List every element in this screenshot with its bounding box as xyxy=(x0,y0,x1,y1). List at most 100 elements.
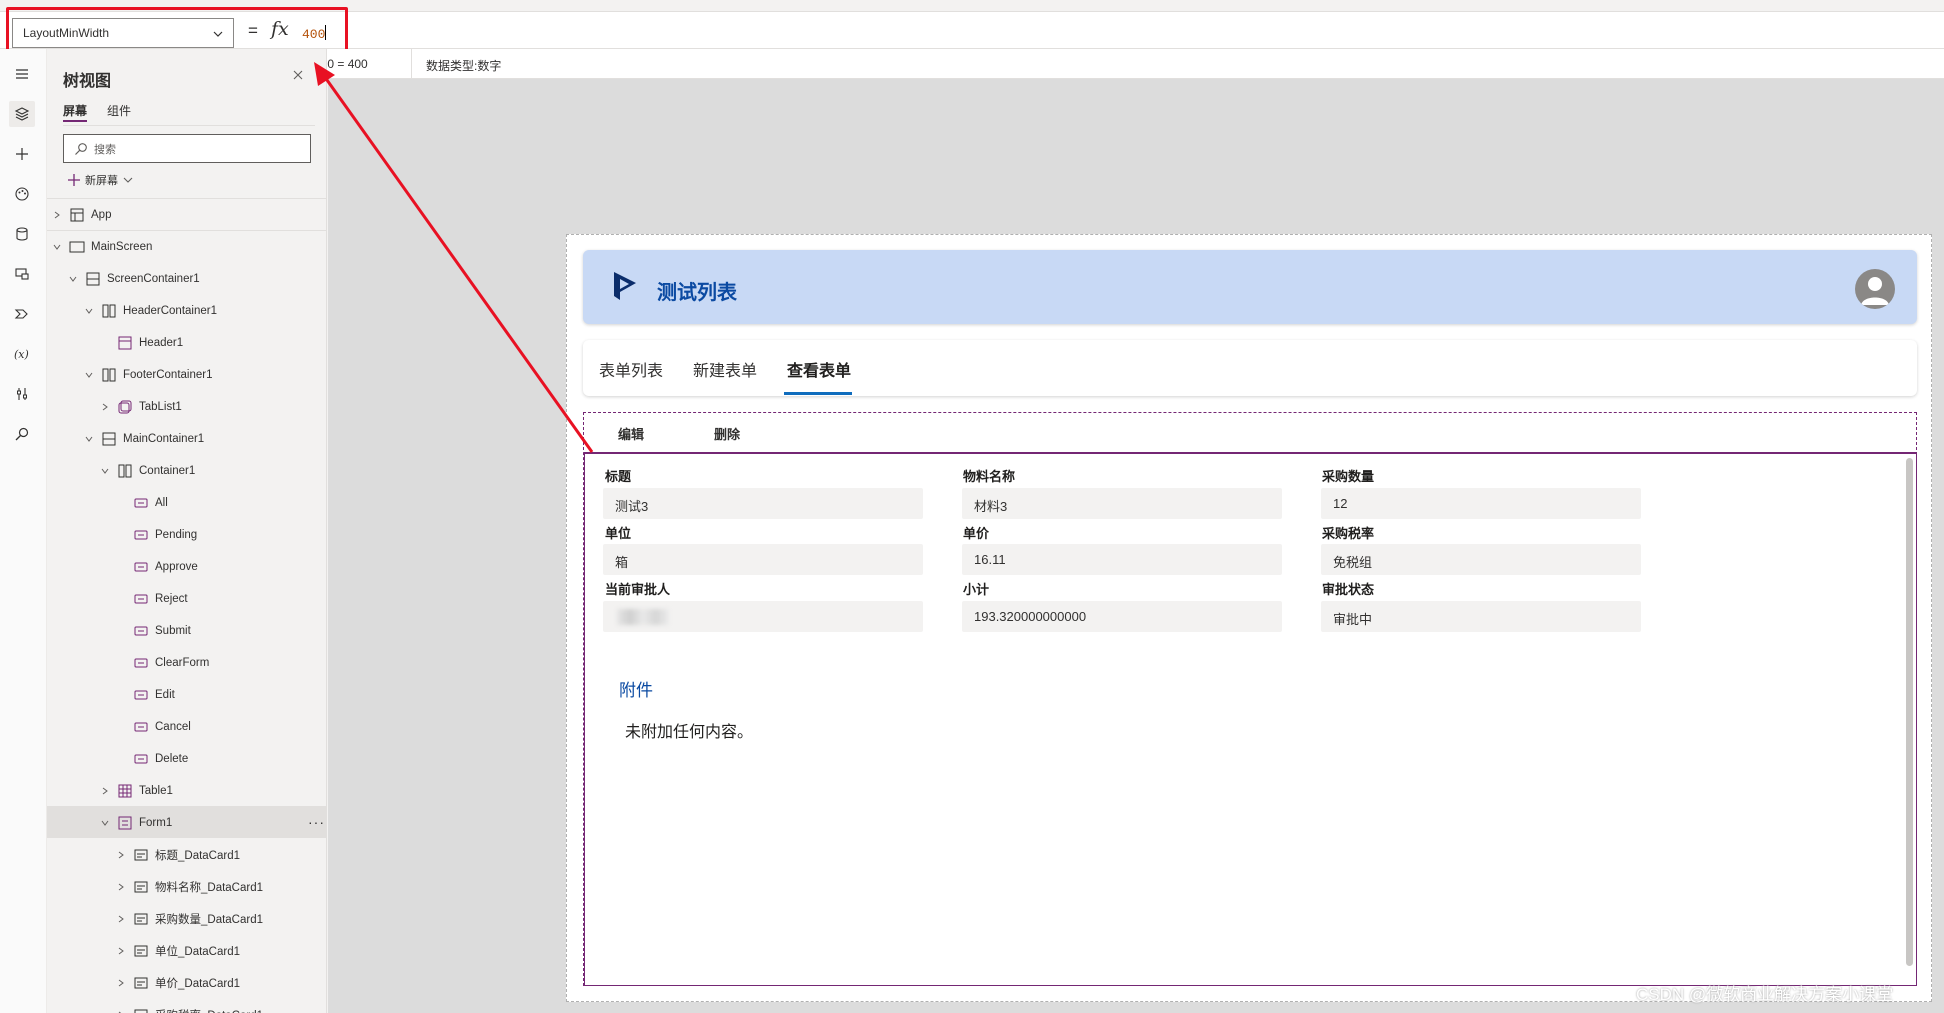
header-icon xyxy=(117,335,133,351)
tab-new-form[interactable]: 新建表单 xyxy=(693,357,757,381)
tree-item-datacard-unit-price[interactable]: 单价_DataCard1 xyxy=(47,966,326,998)
chevron-right-icon[interactable] xyxy=(117,947,129,955)
tab-components[interactable]: 组件 xyxy=(107,102,131,119)
field-label-material-name: 物料名称 xyxy=(963,469,1016,484)
tree-item-container1[interactable]: Container1 xyxy=(47,454,326,486)
field-value-material-name[interactable]: 材料3 xyxy=(962,488,1282,519)
tree-view-icon[interactable] xyxy=(9,101,35,127)
insert-plus-icon[interactable] xyxy=(9,141,35,167)
tree-item-main-screen[interactable]: MainScreen xyxy=(47,230,326,262)
tablist-icon xyxy=(117,399,133,415)
tree-item-table1[interactable]: Table1 xyxy=(47,774,326,806)
tree-item-all[interactable]: All xyxy=(47,486,326,518)
tree-item-datacard-material-name[interactable]: 物料名称_DataCard1 xyxy=(47,870,326,902)
more-options-icon[interactable]: ··· xyxy=(308,814,325,830)
field-value-subtotal[interactable]: 193.320000000000 xyxy=(962,601,1282,632)
chevron-right-icon[interactable] xyxy=(53,211,65,219)
field-value-unit-price[interactable]: 16.11 xyxy=(962,544,1282,575)
tree-item-cancel[interactable]: Cancel xyxy=(47,710,326,742)
chevron-right-icon[interactable] xyxy=(117,915,129,923)
variables-icon[interactable]: (x) xyxy=(9,341,35,367)
fx-icon[interactable]: fx xyxy=(271,18,289,40)
tree-item-main-container1[interactable]: MainContainer1 xyxy=(47,422,326,454)
hstack-icon xyxy=(101,367,117,383)
tree-item-screen-container1[interactable]: ScreenContainer1 xyxy=(47,262,326,294)
tree-item-header-container1[interactable]: HeaderContainer1 xyxy=(47,294,326,326)
formula-input[interactable]: 400 xyxy=(298,19,1928,47)
main-container: 编辑 删除 标题 测试3 物料名称 材料3 采购数量 12 单位 箱 单价 16… xyxy=(583,412,1917,986)
search-icon xyxy=(74,142,88,156)
tree-item-edit[interactable]: Edit xyxy=(47,678,326,710)
tree-item-clear-form[interactable]: ClearForm xyxy=(47,646,326,678)
tree-item-submit[interactable]: Submit xyxy=(47,614,326,646)
chevron-right-icon[interactable] xyxy=(117,883,129,891)
tree-item-label: ClearForm xyxy=(155,656,210,669)
tree-item-header1[interactable]: Header1 xyxy=(47,326,326,358)
chevron-right-icon[interactable] xyxy=(101,403,113,411)
search-icon[interactable] xyxy=(9,421,35,447)
tree-item-label: Form1 xyxy=(139,816,173,829)
media-icon[interactable] xyxy=(9,261,35,287)
app-header-title: 测试列表 xyxy=(657,282,737,304)
tree-view-title: 树视图 xyxy=(63,73,112,90)
user-avatar[interactable] xyxy=(1855,269,1895,309)
tree-item-datacard-tax-rate[interactable]: 采购税率_DataCard1 xyxy=(47,998,326,1013)
field-value-title[interactable]: 测试3 xyxy=(603,488,923,519)
property-dropdown[interactable]: LayoutMinWidth xyxy=(12,18,234,48)
tree-item-tab-list1[interactable]: TabList1 xyxy=(47,390,326,422)
new-screen-button[interactable]: 新屏幕 xyxy=(67,172,134,188)
tree-item-label: Submit xyxy=(155,624,191,637)
power-automate-icon[interactable] xyxy=(9,301,35,327)
tab-view-form[interactable]: 查看表单 xyxy=(787,357,851,381)
delete-button[interactable]: 删除 xyxy=(714,424,740,443)
chevron-down-icon[interactable] xyxy=(101,819,113,827)
form-scrollbar[interactable] xyxy=(1906,458,1913,966)
advanced-tools-icon[interactable] xyxy=(9,381,35,407)
field-value-purchase-qty[interactable]: 12 xyxy=(1321,488,1641,519)
field-value-approval-status[interactable]: 审批中 xyxy=(1321,601,1641,632)
field-value-current-approver[interactable] xyxy=(603,601,923,632)
data-cylinder-icon[interactable] xyxy=(9,221,35,247)
chevron-down-icon[interactable] xyxy=(85,435,97,443)
chevron-down-icon[interactable] xyxy=(85,371,97,379)
chevron-right-icon[interactable] xyxy=(117,979,129,987)
tree-item-label: 采购数量_DataCard1 xyxy=(155,913,264,926)
tree-item-label: MainContainer1 xyxy=(123,432,205,445)
chevron-down-icon[interactable] xyxy=(69,275,81,283)
field-label-unit: 单位 xyxy=(605,526,632,541)
new-screen-label: 新屏幕 xyxy=(85,175,118,187)
tree-item-datacard-title[interactable]: 标题_DataCard1 xyxy=(47,838,326,870)
hamburger-menu-icon[interactable] xyxy=(9,61,35,87)
field-value-unit[interactable]: 箱 xyxy=(603,544,923,575)
edit-button[interactable]: 编辑 xyxy=(618,424,644,443)
tree-item-datacard-unit[interactable]: 单位_DataCard1 xyxy=(47,934,326,966)
tree-search-input[interactable]: 搜索 xyxy=(63,134,311,163)
field-label-current-approver: 当前审批人 xyxy=(605,582,671,597)
chevron-right-icon[interactable] xyxy=(101,787,113,795)
chevron-right-icon[interactable] xyxy=(117,851,129,859)
chevron-down-icon[interactable] xyxy=(53,243,65,251)
field-value-tax-rate[interactable]: 免税组 xyxy=(1321,544,1641,575)
tree-item-app[interactable]: App xyxy=(47,198,326,230)
card-icon xyxy=(133,911,149,927)
field-label-title: 标题 xyxy=(605,469,632,484)
tab-screens[interactable]: 屏幕 xyxy=(63,102,87,119)
tree-item-delete[interactable]: Delete xyxy=(47,742,326,774)
theme-palette-icon[interactable] xyxy=(9,181,35,207)
chevron-down-icon[interactable] xyxy=(85,307,97,315)
formula-result-bar: 400 = 400 数据类型:数字 xyxy=(300,49,1944,79)
tab-form-list[interactable]: 表单列表 xyxy=(599,357,663,381)
tree-item-form1[interactable]: Form1 ··· xyxy=(47,806,326,838)
tree-item-label: FooterContainer1 xyxy=(123,368,213,381)
card-icon xyxy=(133,943,149,959)
vstack-icon xyxy=(101,431,117,447)
tree-item-footer-container1[interactable]: FooterContainer1 xyxy=(47,358,326,390)
close-panel-icon[interactable] xyxy=(292,69,304,81)
btn-icon xyxy=(133,495,149,511)
tree-item-datacard-purchase-qty[interactable]: 采购数量_DataCard1 xyxy=(47,902,326,934)
tree-item-approve[interactable]: Approve xyxy=(47,550,326,582)
tree-item-pending[interactable]: Pending xyxy=(47,518,326,550)
tree-item-reject[interactable]: Reject xyxy=(47,582,326,614)
tree-item-label: 物料名称_DataCard1 xyxy=(155,881,264,894)
chevron-down-icon[interactable] xyxy=(101,467,113,475)
